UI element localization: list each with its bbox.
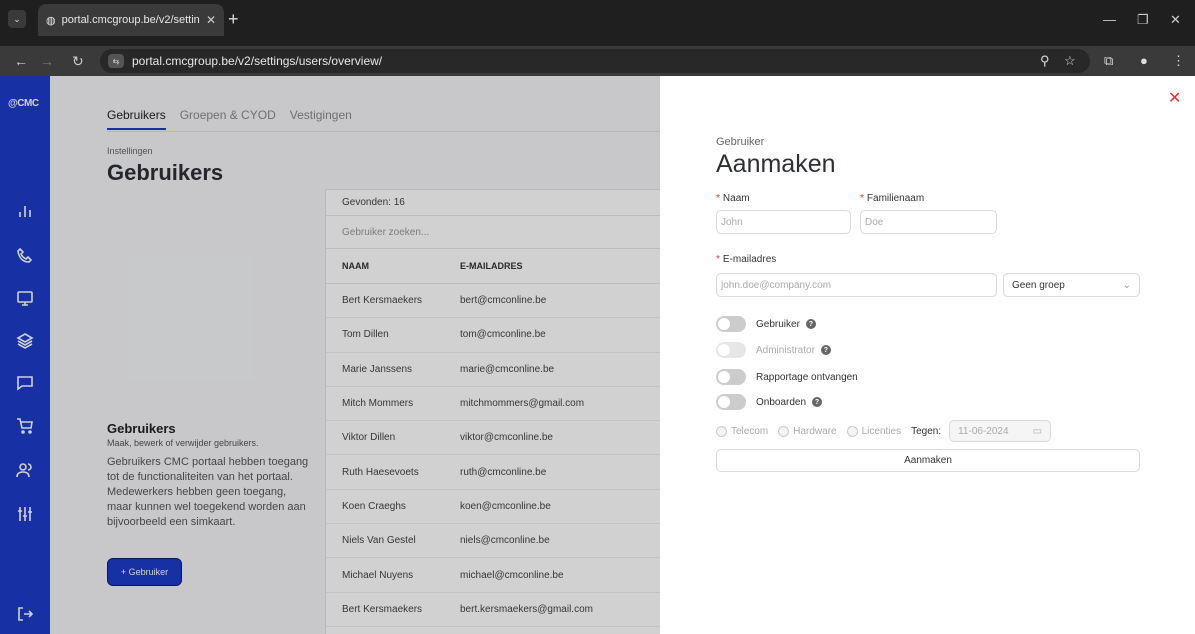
tegen-label: Tegen:	[911, 425, 942, 437]
gebruiker-toggle[interactable]	[716, 316, 746, 332]
licenties-checkbox[interactable]: Licenties	[846, 425, 901, 437]
address-bar[interactable]: ⇆ portal.cmcgroup.be/v2/settings/users/o…	[100, 49, 1090, 73]
familienaam-field[interactable]: Doe	[860, 210, 997, 234]
menu-icon[interactable]: ⋮	[1172, 53, 1185, 69]
onboarden-toggle-label: Onboarden	[756, 396, 807, 408]
naam-label: * Naam	[716, 193, 750, 204]
administrator-toggle-label: Administrator	[756, 344, 815, 356]
rapportage-toggle-label: Rapportage ontvangen	[756, 371, 858, 383]
group-select[interactable]: Geen groep ⌄	[1003, 273, 1140, 297]
browser-titlebar: ⌄ ◍ portal.cmcgroup.be/v2/settings ✕ + —…	[0, 0, 1195, 46]
date-value: 11-06-2024	[958, 425, 1009, 437]
drawer-title: Aanmaken	[716, 150, 836, 178]
create-user-drawer: ✕ Gebruiker Aanmaken * Naam John * Familie…	[660, 76, 1195, 634]
browser-tab[interactable]: ◍ portal.cmcgroup.be/v2/settings ✕	[38, 4, 224, 36]
extensions-icon[interactable]: ⧉	[1104, 53, 1113, 69]
gebruiker-toggle-label: Gebruiker	[756, 318, 800, 330]
onboarden-toggle[interactable]	[716, 394, 746, 410]
group-select-value: Geen groep	[1012, 279, 1065, 291]
date-picker[interactable]: 11-06-2024 ▭	[949, 420, 1052, 442]
onboarding-options: Telecom Hardware Licenties Tegen: 11-06-…	[716, 420, 1052, 442]
reload-icon[interactable]: ↻	[72, 52, 84, 70]
help-icon[interactable]: ?	[812, 397, 823, 407]
administrator-toggle[interactable]	[716, 342, 746, 358]
restore-icon[interactable]: ❐	[1137, 12, 1149, 28]
url-text: portal.cmcgroup.be/v2/settings/users/ove…	[132, 54, 383, 68]
familienaam-label: * Familienaam	[860, 193, 925, 204]
globe-icon: ◍	[46, 14, 56, 27]
close-window-icon[interactable]: ✕	[1170, 12, 1181, 28]
naam-field[interactable]: John	[716, 210, 851, 234]
create-button[interactable]: Aanmaken	[716, 449, 1140, 472]
rapportage-toggle-row: Rapportage ontvangen	[716, 369, 858, 385]
email-field[interactable]: john.doe@company.com	[716, 273, 997, 297]
email-label: * E-mailadres	[716, 254, 777, 265]
rapportage-toggle[interactable]	[716, 369, 746, 385]
profile-icon[interactable]: ●	[1140, 53, 1148, 68]
close-icon[interactable]: ✕	[1168, 88, 1181, 108]
hardware-checkbox[interactable]: Hardware	[778, 425, 837, 437]
new-tab-button[interactable]: +	[228, 8, 239, 30]
back-icon[interactable]: ←	[14, 52, 28, 70]
close-tab-icon[interactable]: ✕	[206, 13, 216, 27]
chevron-down-icon: ⌄	[1122, 279, 1131, 291]
calendar-icon: ▭	[1032, 425, 1043, 437]
drawer-subtitle: Gebruiker	[716, 136, 765, 148]
forward-icon[interactable]: →	[40, 52, 54, 70]
app: @CMC Gebruikers Groepen & CYOD Vestiging…	[0, 76, 1195, 634]
onboarden-toggle-row: Onboarden ?	[716, 394, 823, 410]
browser-toolbar: ← → ↻ ⇆ portal.cmcgroup.be/v2/settings/u…	[0, 46, 1195, 76]
minimize-icon[interactable]: —	[1103, 12, 1116, 27]
help-icon[interactable]: ?	[805, 319, 816, 329]
help-icon[interactable]: ?	[820, 345, 831, 355]
zoom-icon[interactable]: ⚲	[1040, 53, 1050, 69]
modal-backdrop[interactable]	[0, 76, 660, 634]
site-info-icon[interactable]: ⇆	[108, 54, 124, 68]
tab-search-icon[interactable]: ⌄	[8, 10, 26, 28]
bookmark-star-icon[interactable]: ☆	[1064, 53, 1076, 69]
tab-title: portal.cmcgroup.be/v2/settings	[61, 14, 200, 26]
gebruiker-toggle-row: Gebruiker ?	[716, 316, 816, 332]
telecom-checkbox[interactable]: Telecom	[716, 425, 768, 437]
administrator-toggle-row: Administrator ?	[716, 342, 831, 358]
